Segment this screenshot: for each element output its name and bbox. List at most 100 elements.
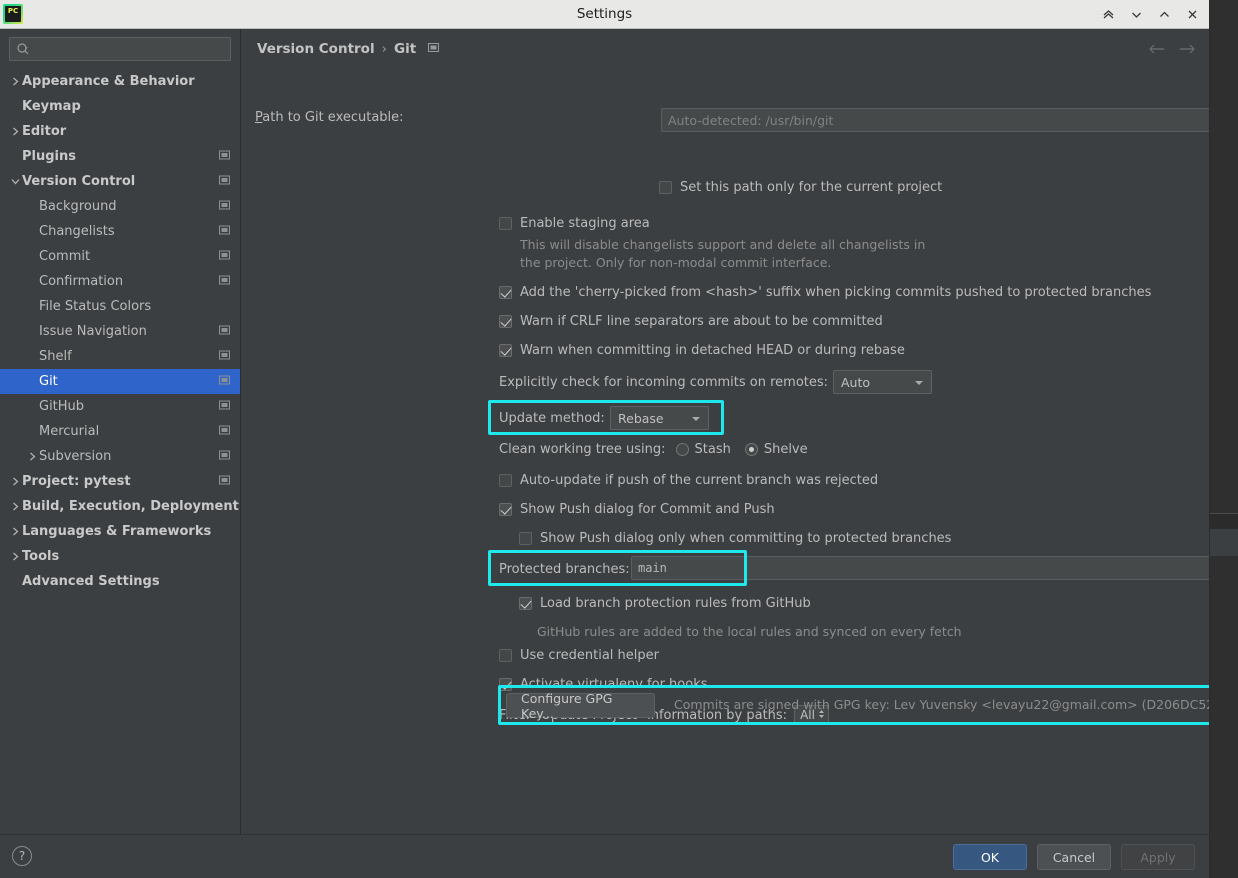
chevron-right-icon[interactable] [8,552,22,561]
warn-detached-row[interactable]: Warn when committing in detached HEAD or… [499,343,905,358]
use-credential-helper-label: Use credential helper [520,648,659,663]
update-method-select[interactable]: Rebase [610,406,709,430]
sidebar-item-mercurial[interactable]: Mercurial [0,419,240,444]
sidebar-item-label: Background [39,199,117,214]
always-on-top-button[interactable] [1095,2,1121,28]
back-button[interactable] [1149,41,1165,57]
enable-staging-area-label: Enable staging area [520,216,650,231]
search-input[interactable] [34,41,224,57]
chevron-right-icon[interactable] [8,477,22,486]
apply-button: Apply [1121,844,1195,870]
protected-branches-input[interactable]: main [631,556,1209,580]
cherry-picked-row[interactable]: Add the 'cherry-picked from <hash>' suff… [499,285,1151,300]
sidebar-item-issue-navigation[interactable]: Issue Navigation [0,319,240,344]
chevron-down-icon [914,375,924,390]
project-scope-icon [428,41,440,57]
incoming-commits-select[interactable]: Auto [833,370,932,394]
update-method-label: Update method: [499,411,605,426]
sidebar-item-subversion[interactable]: Subversion [0,444,240,469]
ok-button[interactable]: OK [953,844,1027,870]
configure-gpg-key-button[interactable]: Configure GPG Key... [506,691,655,721]
project-scope-icon [219,399,230,414]
settings-dialog: Settings [0,0,1210,878]
load-branch-rules-checkbox[interactable] [519,597,532,610]
use-credential-helper-checkbox[interactable] [499,649,512,662]
enable-staging-area-checkbox[interactable] [499,217,512,230]
minimize-button[interactable] [1123,2,1149,28]
update-method-row: Update method: [499,411,605,426]
sidebar-item-version-control[interactable]: Version Control [0,169,240,194]
sidebar-item-tools[interactable]: Tools [0,544,240,569]
sidebar-item-project-pytest[interactable]: Project: pytest [0,469,240,494]
help-button[interactable]: ? [12,846,32,866]
maximize-button[interactable] [1151,2,1177,28]
chevron-down-icon[interactable] [8,177,22,186]
sidebar-item-github[interactable]: GitHub [0,394,240,419]
sidebar-item-plugins[interactable]: Plugins [0,144,240,169]
close-button[interactable] [1179,2,1205,28]
sidebar-item-file-status-colors[interactable]: File Status Colors [0,294,240,319]
staging-hint-line1: This will disable changelists support an… [520,237,926,252]
sidebar-item-git[interactable]: Git [0,369,240,394]
load-branch-rules-row[interactable]: Load branch protection rules from GitHub [519,596,811,611]
breadcrumb-current: Git [393,41,417,57]
show-push-dialog-row[interactable]: Show Push dialog for Commit and Push [499,502,775,517]
show-push-protected-row[interactable]: Show Push dialog only when committing to… [519,531,951,546]
warn-crlf-row[interactable]: Warn if CRLF line separators are about t… [499,314,883,329]
set-path-current-project-checkbox[interactable] [659,181,672,194]
chevron-right-icon[interactable] [8,502,22,511]
protected-branches-label: Protected branches: [499,562,630,577]
sidebar-item-commit[interactable]: Commit [0,244,240,269]
update-method-value: Rebase [618,410,664,426]
sidebar-item-label: Changelists [39,224,115,239]
project-scope-icon [219,174,230,189]
chevron-right-icon[interactable] [8,77,22,86]
chevron-right-icon[interactable] [8,127,22,136]
use-credential-helper-row[interactable]: Use credential helper [499,648,659,663]
chevron-right-icon[interactable] [8,527,22,536]
sidebar-item-background[interactable]: Background [0,194,240,219]
auto-update-rejected-row[interactable]: Auto-update if push of the current branc… [499,473,878,488]
project-scope-icon [219,199,230,214]
sidebar-item-label: Languages & Frameworks [22,524,212,539]
sidebar-item-editor[interactable]: Editor [0,119,240,144]
warn-detached-label: Warn when committing in detached HEAD or… [520,343,905,358]
set-path-current-project-row[interactable]: Set this path only for the current proje… [659,180,942,195]
sidebar-item-appearance-behavior[interactable]: Appearance & Behavior [0,69,240,94]
breadcrumb-parent[interactable]: Version Control [257,41,375,57]
breadcrumb-separator: › [381,41,387,57]
cancel-button[interactable]: Cancel [1037,844,1111,870]
search-box[interactable] [9,37,231,61]
activate-virtualenv-checkbox[interactable] [499,678,512,691]
auto-update-rejected-checkbox[interactable] [499,474,512,487]
enable-staging-area-row[interactable]: Enable staging area [499,216,650,231]
sidebar-item-changelists[interactable]: Changelists [0,219,240,244]
sidebar-item-label: Project: pytest [22,474,131,489]
sidebar-item-confirmation[interactable]: Confirmation [0,269,240,294]
protected-branches-row: Protected branches: [499,562,630,577]
cherry-picked-checkbox[interactable] [499,286,512,299]
search-icon [16,42,30,56]
footer-buttons: OK Cancel Apply [953,844,1195,870]
sidebar-item-advanced-settings[interactable]: Advanced Settings [0,569,240,594]
warn-crlf-checkbox[interactable] [499,315,512,328]
sidebar-item-keymap[interactable]: Keymap [0,94,240,119]
warn-detached-checkbox[interactable] [499,344,512,357]
cherry-picked-label: Add the 'cherry-picked from <hash>' suff… [520,285,1152,300]
show-push-dialog-checkbox[interactable] [499,503,512,516]
window-controls [1095,0,1205,29]
project-scope-icon [219,424,230,439]
sidebar-item-languages-frameworks[interactable]: Languages & Frameworks [0,519,240,544]
project-scope-icon [219,474,230,489]
sidebar-item-label: Issue Navigation [39,324,147,339]
clean-tree-shelve-radio[interactable] [744,443,758,456]
staging-hint-line2: the project. Only for non-modal commit i… [520,255,832,270]
git-path-input[interactable]: Auto-detected: /usr/bin/git [661,108,1209,132]
clean-tree-stash-radio[interactable] [675,443,689,456]
chevron-right-icon[interactable] [25,452,39,461]
show-push-protected-checkbox[interactable] [519,532,532,545]
sidebar-item-build-execution-deployment[interactable]: Build, Execution, Deployment [0,494,240,519]
github-rules-hint: GitHub rules are added to the local rule… [537,624,962,639]
sidebar-item-shelf[interactable]: Shelf [0,344,240,369]
forward-button[interactable] [1179,41,1195,57]
